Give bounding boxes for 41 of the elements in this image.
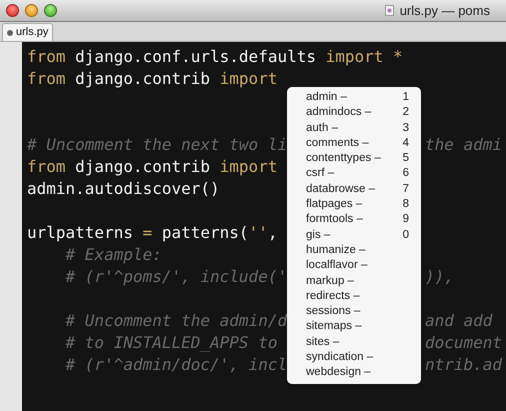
completion-item[interactable]: formtools – 9 [287, 212, 421, 228]
completion-item[interactable]: humanize – [287, 242, 421, 258]
code-text: # Uncomment the admin/d [64, 311, 288, 330]
code-text: )), [425, 267, 454, 286]
window-title: urls.py — poms [400, 2, 490, 20]
code-text: admin.autodiscover() [27, 179, 220, 198]
completion-item[interactable]: gis – 0 [287, 228, 421, 243]
code-text: from django.contrib import [27, 69, 278, 88]
completion-item[interactable]: redirects – [287, 288, 421, 304]
completion-item[interactable]: auth – 3 [287, 120, 421, 136]
completion-item[interactable]: databrowse – 7 [287, 182, 421, 198]
completion-item[interactable]: contenttypes – 5 [287, 151, 421, 166]
minimize-button[interactable] [25, 4, 38, 17]
code-text: # Example: [64, 245, 162, 264]
completion-item[interactable]: markup – [287, 274, 421, 289]
completion-item[interactable]: webdesign – [287, 365, 421, 381]
code-text: and add [425, 311, 492, 330]
code-text: document [425, 333, 502, 352]
completion-item[interactable]: comments – 4 [287, 136, 421, 152]
file-tab[interactable]: urls.py [2, 23, 54, 41]
code-text: from django.conf.urls.defaults import * [27, 47, 403, 66]
completion-item[interactable]: sessions – [287, 304, 421, 320]
code-text: from django.contrib import [27, 157, 278, 176]
completion-item[interactable]: sitemaps – [287, 319, 421, 335]
code-text: urlpatterns = patterns('', [27, 223, 278, 242]
completion-item[interactable]: flatpages – 8 [287, 197, 421, 212]
completion-item[interactable]: syndication – [287, 350, 421, 366]
code-text: # (r'^admin/doc/', incl [64, 355, 288, 374]
code-text: # (r'^poms/', include(' [64, 267, 288, 286]
close-button[interactable] [6, 4, 19, 17]
completion-item[interactable]: sites – [287, 334, 421, 350]
code-text: ntrib.ad [425, 355, 502, 374]
document-icon [384, 5, 394, 16]
completion-item[interactable]: admin – 1 [287, 90, 421, 106]
completion-item[interactable]: csrf – 6 [287, 166, 421, 182]
code-text: # Uncomment the next two li [27, 135, 288, 154]
zoom-button[interactable] [44, 4, 57, 17]
code-text: # to INSTALLED_APPS to [64, 333, 278, 352]
completion-item[interactable]: localflavor – [287, 258, 421, 274]
completion-item[interactable]: admindocs – 2 [287, 105, 421, 121]
code-text: the admi [425, 135, 502, 154]
